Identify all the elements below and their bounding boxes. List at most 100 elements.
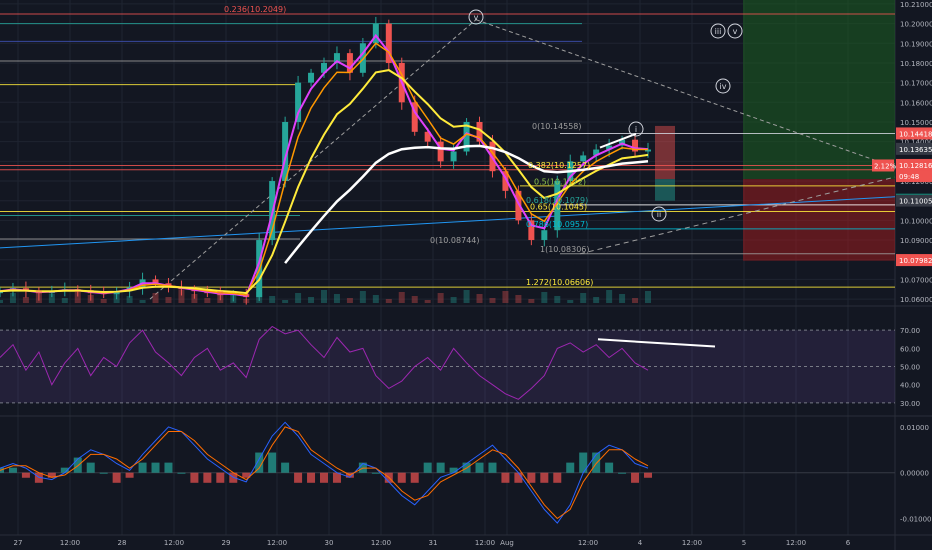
macd-histogram-bar [644,472,652,478]
loss-zone [743,179,895,261]
macd-histogram-bar [436,462,445,473]
wave-label-text: i [635,125,637,134]
macd-histogram-bar [86,462,95,473]
macd-histogram-bar [99,472,108,474]
price-label-1: 10.13635 [896,142,932,155]
time-axis-tick: 12:00 [267,539,287,547]
wave-label-text: ii [657,210,661,219]
macd-histogram-bar [566,462,575,473]
price-axis-tick: 10.20000 [900,21,932,29]
volume-bar [593,297,600,303]
candle-body [308,72,315,83]
volume-bar [113,292,120,303]
fib-label: 0(10.08744) [430,236,480,245]
rsi-axis-tick: 30.00 [900,400,920,408]
wave-label-text: iii [715,27,722,36]
macd-histogram-bar [475,462,484,473]
volume-bar [22,297,29,303]
macd-histogram-bar [21,472,30,478]
price-axis-tick: 10.06000 [900,296,932,304]
volume-bar [632,298,639,303]
volume-bar [48,294,55,303]
volume-bar [398,292,405,303]
price-label-text: 09:48 [899,173,919,181]
volume-bar [204,298,211,303]
rsi-panel [0,325,895,404]
volume-bar [295,293,302,303]
volume-bar [178,290,185,303]
volume-bar [35,290,42,303]
macd-histogram-bar [527,472,536,483]
volume-bar [100,299,107,303]
price-axis-tick: 10.19000 [900,40,932,48]
price-label-3: 09:48 [896,170,932,183]
macd-histogram-bar [371,472,380,474]
time-axis-tick: 28 [118,539,127,547]
price-label-6: 10.07982 [896,254,932,267]
time-axis-tick: 12:00 [164,539,184,547]
time-axis-tick: 12:00 [786,539,806,547]
macd-histogram-bar [125,472,134,478]
macd-histogram-bar [268,452,277,473]
volume-bar [9,293,16,303]
volume-bar [126,296,133,303]
rsi-axis-tick: 40.00 [900,382,920,390]
time-axis-tick: 6 [846,539,851,547]
target-box [655,179,675,201]
volume-bar [372,295,379,303]
volume-bar [580,293,587,303]
price-label-2: 10.12816 [896,158,932,171]
volume-bar [502,291,509,303]
price-axis-tick: 10.17000 [900,80,932,88]
macd-histogram-bar [514,472,523,483]
trading-chart: 10.21000 10.20000 10.19000 10.18000 10.17000… [0,0,932,550]
time-axis-tick: 30 [325,539,334,547]
profit-zone [743,0,895,180]
volume-bar [385,299,392,303]
macd-histogram-bar [631,472,640,483]
time-axis-tick: 12:00 [578,539,598,547]
macd-histogram-bar [307,472,316,483]
price-label-0: 10.14418 [896,127,932,140]
volume-bar [269,296,276,303]
macd-histogram-bar [618,472,627,474]
price-axis-tick: 10.15000 [900,119,932,127]
macd-histogram-bar [281,462,290,473]
macd-histogram-bar [203,472,212,483]
wave-label-text: v [733,27,738,36]
macd-histogram-bar [151,462,160,473]
price-label-text: 10.12816 [899,162,932,170]
macd-axis-tick: 0.00000 [900,470,929,478]
volume-bar [282,300,289,303]
pct-badge: 2.12% [872,159,897,172]
time-axis-tick: 12:00 [682,539,702,547]
volume-bar [567,300,574,303]
price-axis-tick: 10.07000 [900,276,932,284]
time-axis-tick: 5 [742,539,746,547]
macd-histogram-bar [190,472,199,483]
price-axis-tick: 10.21000 [900,1,932,9]
wave-label-text: v [474,13,479,22]
macd-histogram-bar [332,472,341,483]
volume-bar [74,291,81,303]
macd-axis-tick: -0.01000 [900,516,931,524]
time-axis-tick: 12:00 [371,539,391,547]
volume-bar [476,294,483,303]
volume-bar [606,290,613,303]
macd-histogram-bar [177,472,186,474]
volume-bar [424,300,431,303]
fib-label: 0.236(10.2049) [224,5,286,14]
fib-label: 0(10.14558) [532,122,582,131]
time-axis-tick: 4 [638,539,643,547]
volume-bar [346,298,353,303]
rsi-axis-tick: 60.00 [900,345,920,353]
price-label-5: 10.11005 [896,194,932,207]
price-axis-tick: 10.16000 [900,99,932,107]
price-axis-tick: 10.09000 [900,237,932,245]
time-axis-tick: 12:00 [475,539,495,547]
macd-histogram-bar [488,462,497,473]
macd-histogram-bar [423,462,432,473]
macd-histogram-bar [592,452,601,473]
macd-histogram-bar [112,472,121,483]
time-axis-tick: 31 [429,539,438,547]
